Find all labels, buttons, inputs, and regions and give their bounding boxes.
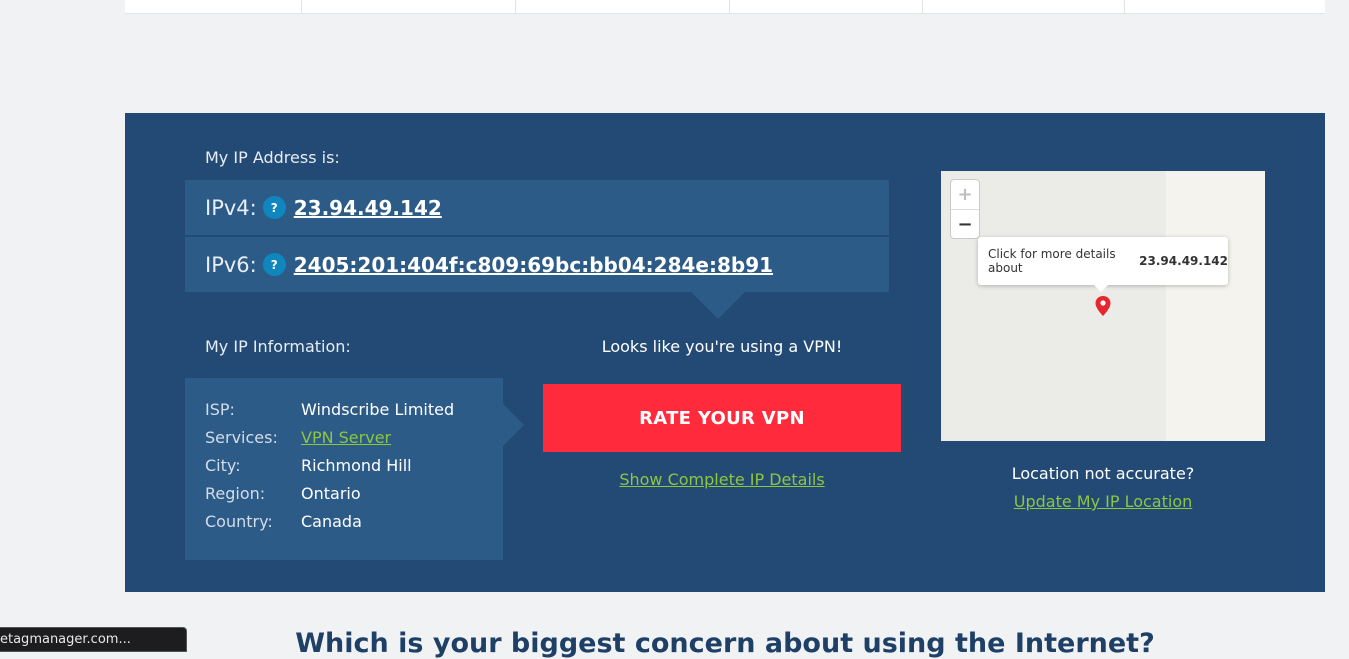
zoom-in-button[interactable]: + (951, 180, 979, 210)
info-key: City: (205, 456, 241, 475)
vpn-server-link[interactable]: VPN Server (301, 426, 391, 454)
ipv6-row: IPv6: ? 2405:201:404f:c809:69bc:bb04:284… (185, 237, 889, 292)
location-map[interactable]: + − Click for more details about 23.94.4… (941, 171, 1265, 441)
help-icon[interactable]: ? (262, 196, 286, 219)
info-value: Ontario (301, 484, 361, 503)
vpn-detected-message: Looks like you're using a VPN! (601, 337, 843, 356)
info-row-country: Country: Canada (205, 510, 503, 538)
info-row-region: Region: Ontario (205, 482, 503, 510)
ipv6-value-link[interactable]: 2405:201:404f:c809:69bc:bb04:284e:8b91 (294, 253, 773, 277)
info-value: Windscribe Limited (301, 400, 455, 419)
update-ip-location-link[interactable]: Update My IP Location (941, 492, 1265, 511)
top-table-strip (125, 0, 1325, 14)
info-key: ISP: (205, 400, 235, 419)
ip-information-box: ISP: Windscribe Limited Services: VPN Se… (185, 378, 503, 560)
map-popup-tip (1093, 284, 1109, 292)
browser-status-bar: etagmanager.com... (0, 627, 187, 652)
ipv4-label: IPv4: (205, 195, 257, 220)
info-value: Richmond Hill (301, 456, 412, 475)
show-complete-ip-details-link[interactable]: Show Complete IP Details (543, 470, 901, 489)
pointer-arrow (691, 292, 745, 319)
concern-heading: Which is your biggest concern about usin… (295, 628, 1155, 659)
table-cell (730, 0, 923, 13)
info-row-services: Services: VPN Server (205, 426, 503, 454)
map-zoom-control: + − (950, 179, 980, 239)
ip-information-heading: My IP Information: (205, 337, 351, 356)
table-cell (923, 0, 1125, 13)
map-popup-ip: 23.94.49.142 (1139, 254, 1228, 268)
table-cell (1125, 0, 1325, 13)
ipv4-value-link[interactable]: 23.94.49.142 (294, 196, 442, 220)
info-row-isp: ISP: Windscribe Limited (205, 398, 503, 426)
ipv4-row: IPv4: ? 23.94.49.142 (185, 180, 889, 235)
ip-address-heading: My IP Address is: (205, 148, 340, 167)
map-popup[interactable]: Click for more details about 23.94.49.14… (978, 237, 1228, 285)
map-terrain (1166, 171, 1265, 441)
zoom-out-button[interactable]: − (951, 210, 979, 239)
info-key: Region: (205, 484, 266, 503)
map-popup-text: Click for more details about (988, 247, 1116, 275)
pointer-arrow (503, 404, 524, 446)
info-value: Canada (301, 512, 362, 531)
rate-your-vpn-button[interactable]: RATE YOUR VPN (543, 384, 901, 452)
table-cell (125, 0, 302, 13)
table-cell (302, 0, 516, 13)
info-key: Services: (205, 428, 278, 447)
info-key: Country: (205, 512, 273, 531)
location-not-accurate-text: Location not accurate? (1011, 464, 1195, 483)
help-icon[interactable]: ? (262, 253, 286, 276)
info-row-city: City: Richmond Hill (205, 454, 503, 482)
ipv6-label: IPv6: (205, 252, 257, 277)
table-cell (516, 0, 730, 13)
ip-panel: My IP Address is: IPv4: ? 23.94.49.142 I… (125, 113, 1325, 592)
map-marker-icon[interactable] (1094, 295, 1112, 317)
